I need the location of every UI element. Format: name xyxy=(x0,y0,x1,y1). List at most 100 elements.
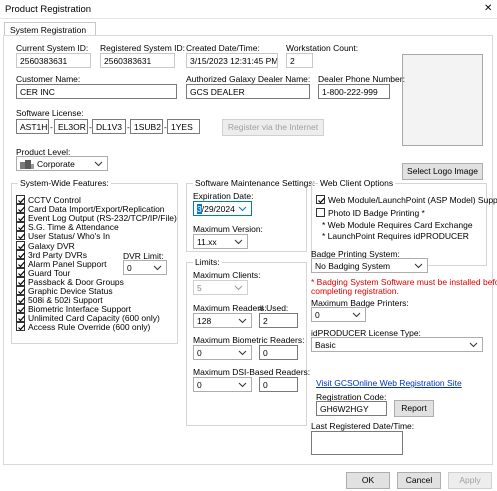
checkbox-box xyxy=(16,195,25,204)
web-client-title: Web Client Options xyxy=(318,178,396,188)
tab-label: System Registration xyxy=(10,25,87,35)
max-version-select[interactable]: 11.xx xyxy=(193,234,248,249)
checkbox-box xyxy=(16,258,25,268)
dealer-phone-label: Dealer Phone Number: xyxy=(318,74,405,84)
badge-printing-select[interactable]: No Badging System xyxy=(311,258,428,273)
product-level-select[interactable]: Corporate xyxy=(16,156,108,171)
chevron-down-icon xyxy=(94,161,103,167)
cancel-button[interactable]: Cancel xyxy=(397,472,441,489)
dvr-limit-select[interactable]: 0 xyxy=(123,260,167,275)
registered-system-id-field: 2560383631 xyxy=(100,53,175,68)
register-internet-button[interactable]: Register via the Internet xyxy=(222,119,324,136)
feature-label: Access Rule Override (600 only) xyxy=(28,322,151,333)
readers-used-field[interactable]: 2 xyxy=(259,313,298,328)
idproducer-value: Basic xyxy=(315,340,336,350)
chevron-down-icon xyxy=(234,239,243,245)
idproducer-select[interactable]: Basic xyxy=(311,337,483,352)
license-part-4[interactable]: 1SUB2 xyxy=(130,119,163,134)
workstation-count-label: Workstation Count: xyxy=(286,43,359,53)
checkbox-box xyxy=(16,213,25,223)
web-module-label: Web Module/LaunchPoint (ASP Model) Suppo… xyxy=(328,195,497,205)
checkbox-box xyxy=(16,313,25,323)
biometric-used-field[interactable]: 0 xyxy=(259,345,298,360)
customer-name-label: Customer Name: xyxy=(16,74,81,84)
chevron-down-icon xyxy=(238,206,247,212)
used-label: # Used: xyxy=(259,303,289,313)
chevron-down-icon xyxy=(352,312,361,318)
chevron-down-icon xyxy=(234,285,243,291)
chevron-down-icon xyxy=(238,318,247,324)
checkbox-box xyxy=(16,322,25,332)
dsi-used-field[interactable]: 0 xyxy=(259,377,298,392)
checkbox-box xyxy=(16,249,25,259)
expiration-date-picker[interactable]: 3/29/2024 xyxy=(193,201,252,216)
feature-checkbox[interactable]: Access Rule Override (600 only) xyxy=(16,322,150,332)
checkbox-box xyxy=(316,208,325,217)
max-clients-value: 5 xyxy=(197,283,202,293)
corporate-icon xyxy=(20,160,34,169)
checkbox-box xyxy=(16,286,25,295)
select-logo-button[interactable]: Select Logo Image xyxy=(402,163,483,180)
checkbox-box xyxy=(16,204,25,214)
title-bar: Product Registration ✕ xyxy=(0,0,497,19)
dealer-name-label: Authorized Galaxy Dealer Name: xyxy=(186,74,311,84)
max-version-label: Maximum Version: xyxy=(193,224,263,234)
dealer-phone-field[interactable]: 1-800-222-999 xyxy=(318,84,390,99)
last-registered-label: Last Registered Date/Time: xyxy=(311,421,415,431)
max-biometric-select[interactable]: 0 xyxy=(193,345,252,360)
license-part-3[interactable]: DL1V3 xyxy=(92,119,126,134)
checkbox-box xyxy=(16,276,25,286)
max-dsi-select[interactable]: 0 xyxy=(193,377,252,392)
window-title: Product Registration xyxy=(5,4,92,15)
max-clients-label: Maximum Clients: xyxy=(193,270,261,280)
current-system-id-field: 2560383631 xyxy=(16,53,91,68)
last-registered-field[interactable] xyxy=(311,431,403,455)
checkbox-box xyxy=(16,304,25,314)
software-license-label: Software License: xyxy=(16,108,84,118)
registration-code-field[interactable]: GH6W2HGY xyxy=(316,401,387,416)
ok-button[interactable]: OK xyxy=(346,472,390,489)
chevron-down-icon xyxy=(153,265,162,271)
max-badge-printers-value: 0 xyxy=(315,310,320,320)
license-part-2[interactable]: EL3OR xyxy=(54,119,88,134)
report-button[interactable]: Report xyxy=(394,400,434,417)
close-icon[interactable]: ✕ xyxy=(484,3,492,14)
badge-printing-value: No Badging System xyxy=(315,261,391,271)
photo-id-checkbox[interactable]: Photo ID Badge Printing * xyxy=(316,208,425,218)
expiration-label: Expiration Date: xyxy=(193,191,254,201)
web-module-checkbox[interactable]: Web Module/LaunchPoint (ASP Model) Suppo… xyxy=(316,195,497,205)
chevron-down-icon xyxy=(469,342,478,348)
gcsonline-link[interactable]: Visit GCSOnline Web Registration Site xyxy=(316,378,462,388)
max-dsi-label: Maximum DSI-Based Readers: xyxy=(193,367,311,377)
max-readers-label: Maximum Readers: xyxy=(193,303,267,313)
badge-warning-2: completing registration. xyxy=(311,286,399,296)
limits-title: Limits: xyxy=(193,257,222,267)
current-system-id-label: Current System ID: xyxy=(16,43,89,53)
license-part-1[interactable]: AST1H xyxy=(16,119,49,134)
features-title: System-Wide Features: xyxy=(18,178,111,188)
created-label: Created Date/Time: xyxy=(186,43,260,53)
customer-name-field[interactable]: CER INC xyxy=(16,84,177,99)
checkbox-box xyxy=(316,195,325,204)
max-version-value: 11.xx xyxy=(197,237,217,247)
web-note-1: * Web Module Requires Card Exchange xyxy=(322,220,473,230)
checkbox-box xyxy=(16,267,25,277)
max-biometric-value: 0 xyxy=(197,348,202,358)
tab-system-registration[interactable]: System Registration xyxy=(4,22,96,36)
chevron-down-icon xyxy=(414,263,423,269)
max-readers-value: 128 xyxy=(197,316,212,326)
chevron-down-icon xyxy=(238,382,247,388)
max-badge-printers-select[interactable]: 0 xyxy=(311,307,366,322)
max-readers-select[interactable]: 128 xyxy=(193,313,252,328)
max-dsi-value: 0 xyxy=(197,380,202,390)
license-part-5[interactable]: 1YES xyxy=(167,119,200,134)
workstation-count-field: 2 xyxy=(286,53,313,68)
checkbox-box xyxy=(16,295,25,305)
checkbox-box xyxy=(16,240,25,250)
logo-image-box xyxy=(402,54,483,146)
max-clients-select[interactable]: 5 xyxy=(193,280,248,295)
apply-button[interactable]: Apply xyxy=(448,472,492,489)
chevron-down-icon xyxy=(238,350,247,356)
dealer-name-field[interactable]: GCS DEALER xyxy=(186,84,310,99)
checkbox-box xyxy=(16,231,25,241)
